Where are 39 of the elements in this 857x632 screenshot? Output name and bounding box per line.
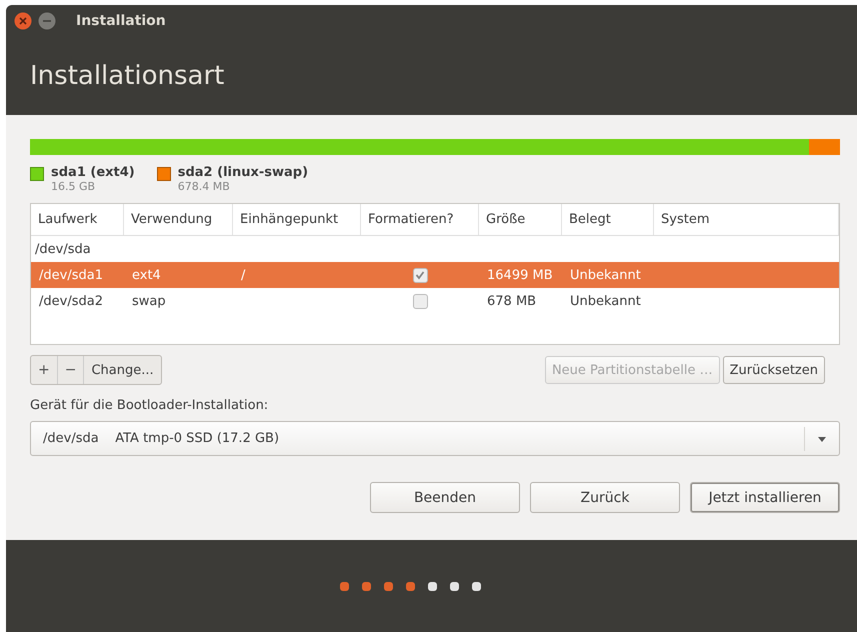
column-header[interactable]: System xyxy=(654,204,839,235)
table-cell-text: / xyxy=(240,268,246,282)
reset-button[interactable]: Zurücksetzen xyxy=(722,356,825,384)
table-cell-text: /dev/sda2 xyxy=(38,294,104,308)
bootloader-label: Gerät für die Bootloader-Installation: xyxy=(30,398,270,413)
bootloader-dropdown[interactable]: /dev/sda ATA tmp-0 SSD (17.2 GB) xyxy=(30,421,840,456)
column-header[interactable]: Verwendung xyxy=(124,204,233,235)
partition-size: 678.4 MB xyxy=(178,180,231,193)
dialog-button[interactable]: Zurück xyxy=(530,482,680,513)
table-cell-text: ext4 xyxy=(131,268,162,282)
change-button[interactable]: Change... xyxy=(84,356,161,384)
checkmark-icon xyxy=(415,270,425,280)
table-row[interactable]: /dev/sda xyxy=(31,236,839,262)
table-cell: /dev/sda xyxy=(35,242,91,256)
format-checkbox[interactable] xyxy=(412,268,428,282)
column-header[interactable]: Belegt xyxy=(562,204,654,235)
minimize-icon[interactable] xyxy=(38,12,56,30)
table-cell-text: Unbekannt xyxy=(569,294,642,308)
dialog-button[interactable]: Jetzt installieren xyxy=(690,482,840,513)
table-row[interactable]: /dev/sda2 swap 678 MB Unbekannt xyxy=(31,288,839,314)
remove-button[interactable]: − xyxy=(58,356,84,384)
partition-name: sda2 (linux-swap) xyxy=(178,165,308,180)
close-icon[interactable] xyxy=(14,12,32,30)
column-header[interactable]: Einhängepunkt xyxy=(233,204,361,235)
window-title: Installation xyxy=(76,13,166,29)
partition-size: 16.5 GB xyxy=(51,180,96,193)
table-cell-text: 16499 MB xyxy=(486,268,554,282)
column-header[interactable]: Größe xyxy=(479,204,562,235)
table-cell-text: Unbekannt xyxy=(569,268,642,282)
column-header[interactable]: Laufwerk xyxy=(31,204,124,235)
page-title: Installationsart xyxy=(30,61,224,91)
add-button[interactable]: + xyxy=(31,356,58,384)
table-cell-text: 678 MB xyxy=(486,294,538,308)
table-cell-text: swap xyxy=(131,294,167,308)
format-checkbox[interactable] xyxy=(412,294,428,308)
column-header[interactable]: Formatieren? xyxy=(361,204,479,235)
dialog-button[interactable]: Beenden xyxy=(370,482,520,513)
table-cell-text: /dev/sda1 xyxy=(38,268,104,282)
partition-name: sda1 (ext4) xyxy=(51,165,135,180)
